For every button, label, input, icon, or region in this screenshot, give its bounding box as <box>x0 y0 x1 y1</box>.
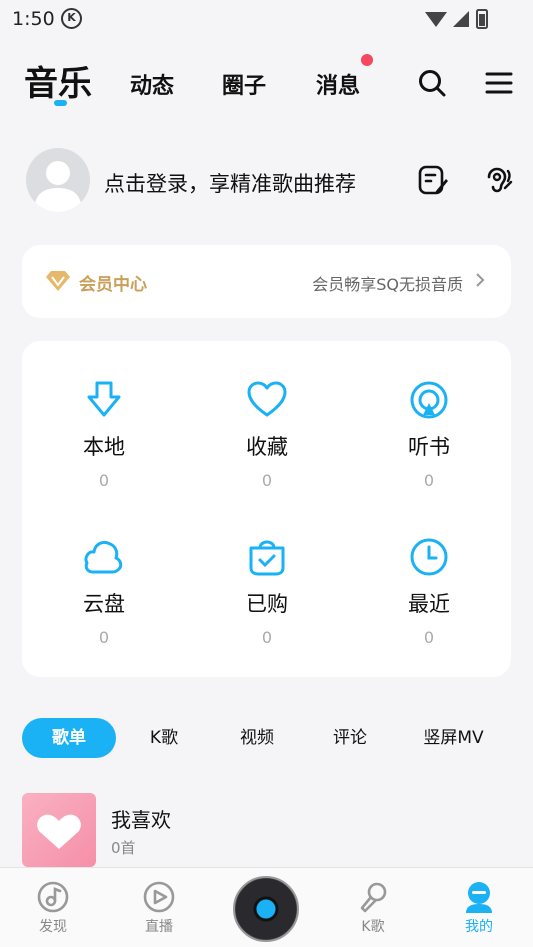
live-icon <box>143 881 175 913</box>
top-navigation: 音乐 动态 圈子 消息 <box>0 52 533 108</box>
karaoke-icon <box>360 882 387 913</box>
vip-description: 会员畅享SQ无损音质 <box>312 275 463 294</box>
library-grid: 本地 0 收藏 0 听书 0 云盘 0 已购 0 最近 0 <box>22 341 511 677</box>
grid-label: 收藏 <box>246 435 288 459</box>
grid-count: 0 <box>98 471 110 490</box>
heart-cover-icon <box>37 814 81 849</box>
grid-label: 最近 <box>408 592 450 616</box>
status-time: 1:50 <box>12 8 55 30</box>
voice-recognize-icon[interactable] <box>481 163 515 197</box>
vip-title: 会员中心 <box>79 275 147 295</box>
menu-icon[interactable] <box>484 68 514 98</box>
tab-circles[interactable]: 圈子 <box>222 68 266 100</box>
tab-vertical-mv[interactable]: 竖屏MV <box>416 718 491 758</box>
grid-item-audiobook[interactable]: 听书 0 <box>359 379 499 509</box>
purchased-icon <box>249 540 285 576</box>
tab-videos[interactable]: 视频 <box>231 718 283 758</box>
profile-icon <box>466 882 492 913</box>
search-icon[interactable] <box>417 68 447 98</box>
clock-icon <box>410 538 448 576</box>
grid-count: 0 <box>423 628 435 647</box>
bottom-tab-karaoke[interactable]: K歌 <box>341 880 405 936</box>
tab-karaoke[interactable]: K歌 <box>138 718 190 758</box>
grid-count: 0 <box>261 628 273 647</box>
bottom-tab-label: 直播 <box>145 919 173 935</box>
bottom-tab-profile[interactable]: 我的 <box>447 880 511 936</box>
tab-playlists[interactable]: 歌单 <box>22 718 116 758</box>
diamond-icon <box>46 271 70 291</box>
system-status-icons <box>425 9 488 29</box>
login-row[interactable]: 点击登录，享精准歌曲推荐 <box>0 148 533 214</box>
grid-item-favorites[interactable]: 收藏 0 <box>197 379 337 509</box>
grid-item-local[interactable]: 本地 0 <box>34 379 174 509</box>
grid-count: 0 <box>423 471 435 490</box>
avatar[interactable] <box>26 148 90 212</box>
grid-label: 云盘 <box>83 592 125 616</box>
bottom-tab-label: 发现 <box>39 919 67 935</box>
status-bar: 1:50 K <box>0 0 533 36</box>
grid-item-cloud[interactable]: 云盘 0 <box>34 536 174 666</box>
download-icon <box>87 381 121 417</box>
player-disc-icon[interactable] <box>233 876 299 942</box>
discover-icon <box>37 881 69 913</box>
bottom-tab-live[interactable]: 直播 <box>127 880 191 936</box>
bottom-tab-label: 我的 <box>465 919 493 935</box>
chevron-right-icon <box>476 273 485 287</box>
notification-dot <box>361 54 373 66</box>
grid-item-purchased[interactable]: 已购 0 <box>197 536 337 666</box>
grid-count: 0 <box>98 628 110 647</box>
bottom-tab-label: K歌 <box>361 919 385 935</box>
bottom-tab-discover[interactable]: 发现 <box>21 880 85 936</box>
content-tabs: 歌单 K歌 视频 评论 竖屏MV <box>0 718 533 760</box>
playlist-count: 0首 <box>111 839 136 857</box>
grid-label: 本地 <box>83 435 125 459</box>
playlist-title: 我喜欢 <box>111 808 171 832</box>
login-prompt[interactable]: 点击登录，享精准歌曲推荐 <box>104 168 356 198</box>
grid-item-recent[interactable]: 最近 0 <box>359 536 499 666</box>
grid-count: 0 <box>261 471 273 490</box>
vip-center-card[interactable]: 会员中心 会员畅享SQ无损音质 <box>22 245 511 318</box>
playlist-cover <box>22 793 96 867</box>
playlist-item-liked[interactable]: 我喜欢 0首 <box>22 793 511 867</box>
default-avatar-icon <box>34 161 82 212</box>
status-app-badge: K <box>61 8 82 29</box>
tab-music[interactable]: 音乐 <box>24 56 92 105</box>
cloud-icon <box>84 540 123 574</box>
grid-label: 听书 <box>408 435 450 459</box>
bottom-navigation: 发现 直播 K歌 我的 <box>0 867 533 947</box>
active-tab-indicator <box>54 100 67 106</box>
audiobook-icon <box>410 381 448 419</box>
tab-messages[interactable]: 消息 <box>316 68 360 100</box>
grid-label: 已购 <box>246 592 288 616</box>
edit-list-icon[interactable] <box>416 163 450 197</box>
tab-feed[interactable]: 动态 <box>130 68 174 100</box>
heart-icon <box>247 381 287 417</box>
tab-comments[interactable]: 评论 <box>324 718 376 758</box>
